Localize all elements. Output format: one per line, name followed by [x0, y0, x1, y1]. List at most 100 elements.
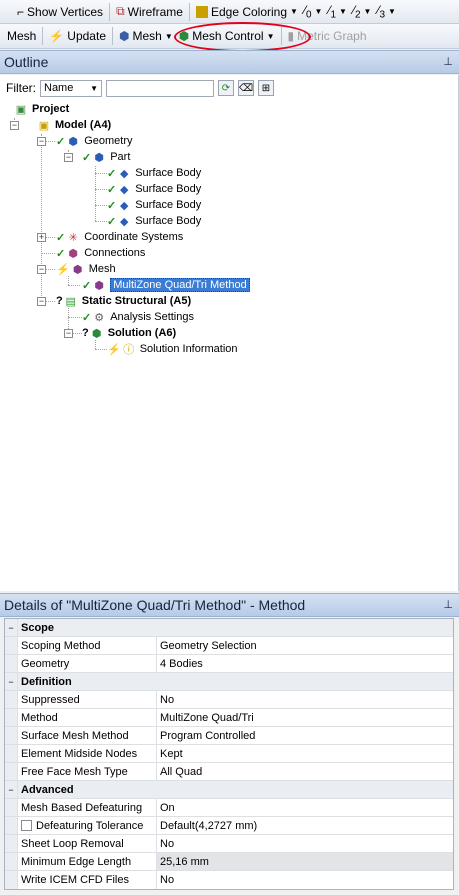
mesh-control-button[interactable]: ⬢ Mesh Control ▼ [176, 26, 278, 46]
tree-node-static-structural[interactable]: ? ▤ Static Structural (A5) [56, 293, 191, 309]
section-header-definition[interactable]: − Definition [5, 673, 453, 691]
static-structural-icon: ▤ [65, 295, 76, 308]
tree-node-mesh[interactable]: ⚡ ⬢ Mesh [56, 261, 116, 277]
tree-node-model[interactable]: ▣ Model (A4) [36, 117, 111, 133]
collapse-section-icon[interactable]: − [5, 781, 18, 798]
show-vertices-button[interactable]: ⌐ Show Vertices [14, 2, 106, 22]
chevron-down-icon: ▼ [388, 7, 396, 16]
information-icon: ⓘ [123, 344, 135, 356]
mesh-control-icon: ⬢ [178, 29, 190, 43]
tree-node-geometry[interactable]: ✓ ⬢ Geometry [56, 133, 133, 149]
mesh-icon: ⬢ [72, 263, 83, 276]
tree-node-analysis-settings[interactable]: ✓ ⚙ Analysis Settings [82, 309, 194, 325]
property-row[interactable]: Write ICEM CFD Files No [5, 871, 453, 889]
check-icon: ✓ [82, 279, 92, 292]
property-name: Geometry [18, 655, 157, 672]
mesh-label: Mesh [7, 29, 37, 43]
expand-coordinate-systems-toggle[interactable]: + [37, 233, 46, 242]
chevron-down-icon: ▼ [363, 7, 372, 16]
section-header-advanced[interactable]: − Advanced [5, 781, 453, 799]
mesh-dropdown-button[interactable]: ⬢ Mesh ▼ [116, 26, 176, 46]
edge-tool-2-button[interactable]: ⁄2 ▼ [350, 2, 375, 22]
bar-graph-icon: ▮ [287, 29, 295, 43]
collapse-static-structural-toggle[interactable]: − [37, 297, 46, 306]
property-value[interactable]: Program Controlled [157, 727, 453, 744]
property-name: Method [18, 709, 157, 726]
metric-graph-button[interactable]: ▮ Metric Graph [285, 26, 370, 46]
toolbar-separator [188, 2, 190, 21]
tree-node-surface-body[interactable]: ✓ ◆ Surface Body [107, 213, 201, 229]
property-row[interactable]: Geometry 4 Bodies [5, 655, 453, 673]
tree-line [68, 285, 80, 286]
property-row[interactable]: Suppressed No [5, 691, 453, 709]
expand-all-icon[interactable]: ⊞ [258, 80, 274, 96]
property-row[interactable]: Element Midside Nodes Kept [5, 745, 453, 763]
tree-node-surface-body[interactable]: ✓ ◆ Surface Body [107, 197, 201, 213]
property-value[interactable]: On [157, 799, 453, 816]
analysis-settings-icon: ⚙ [94, 311, 105, 324]
property-value[interactable]: Geometry Selection [157, 637, 453, 654]
property-row[interactable]: Free Face Mesh Type All Quad [5, 763, 453, 781]
pin-icon[interactable]: ⊥ [443, 598, 453, 611]
mesh-icon: ⬢ [119, 29, 130, 43]
property-value[interactable]: No [157, 871, 453, 889]
property-row[interactable]: Mesh Based Defeaturing On [5, 799, 453, 817]
property-value[interactable]: Default(4,2727 mm) [157, 817, 453, 834]
wireframe-button[interactable]: ⧉ Wireframe [113, 2, 186, 22]
property-value[interactable]: No [157, 691, 453, 708]
property-row[interactable]: Method MultiZone Quad/Tri [5, 709, 453, 727]
check-icon: ✓ [107, 199, 117, 212]
collapse-model-toggle[interactable]: − [10, 121, 19, 130]
property-row[interactable]: Sheet Loop Removal No [5, 835, 453, 853]
property-value[interactable]: MultiZone Quad/Tri [157, 709, 453, 726]
collapse-solution-toggle[interactable]: − [64, 329, 73, 338]
section-header-scope[interactable]: − Scope [5, 619, 453, 637]
tree-node-surface-body[interactable]: ✓ ◆ Surface Body [107, 181, 201, 197]
collapse-section-icon[interactable]: − [5, 619, 18, 636]
filter-input[interactable] [106, 79, 214, 97]
property-row[interactable]: Surface Mesh Method Program Controlled [5, 727, 453, 745]
tree-node-solution[interactable]: ? ⬢ Solution (A6) [82, 325, 176, 341]
update-button[interactable]: ⚡ Update [46, 26, 109, 46]
edge-line-icon: ⁄1 [328, 2, 337, 21]
chevron-down-icon: ▼ [290, 7, 298, 16]
check-icon: ✓ [56, 135, 66, 148]
tree-node-solution-information[interactable]: ⚡ ⓘ Solution Information [107, 341, 238, 357]
property-name: Sheet Loop Removal [18, 835, 157, 852]
tree-node-coordinate-systems[interactable]: ✓ ✳ Coordinate Systems [56, 229, 183, 245]
pin-icon[interactable]: ⊥ [443, 55, 453, 68]
refresh-icon[interactable]: ⟳ [218, 80, 234, 96]
edge-tool-1-button[interactable]: ⁄1 ▼ [325, 2, 350, 22]
property-value[interactable]: All Quad [157, 763, 453, 780]
clear-filter-icon[interactable]: ⌫ [238, 80, 254, 96]
tree-line [68, 317, 82, 318]
edge-tool-0-button[interactable]: ⁄0 ▼ [301, 2, 326, 22]
edge-coloring-button[interactable]: Edge Coloring ▼ [193, 2, 301, 22]
tree-node-project[interactable]: ▣ Project [13, 101, 70, 117]
property-row[interactable]: Minimum Edge Length 25,16 mm [5, 853, 453, 871]
tree-node-part[interactable]: ✓ ⬢ Part [82, 149, 130, 165]
edge-tool-3-button[interactable]: ⁄3 ▼ [374, 2, 399, 22]
property-value[interactable]: 4 Bodies [157, 655, 453, 672]
tree-node-connections[interactable]: ✓ ⬢ Connections [56, 245, 145, 261]
surface-body-icon: ◆ [119, 167, 129, 180]
surface-body-icon: ◆ [119, 215, 129, 228]
tree-node-multizone-method[interactable]: ✓ ⬢ MultiZone Quad/Tri Method [82, 277, 250, 293]
tree-node-surface-body[interactable]: ✓ ◆ Surface Body [107, 165, 201, 181]
property-row[interactable]: Scoping Method Geometry Selection [5, 637, 453, 655]
property-name: Element Midside Nodes [18, 745, 157, 762]
vertices-icon: ⌐ [17, 4, 25, 19]
collapse-mesh-toggle[interactable]: − [37, 265, 46, 274]
row-gutter [5, 727, 18, 744]
parameter-checkbox[interactable] [21, 820, 32, 831]
filter-type-select[interactable]: Name ▼ [40, 79, 102, 97]
property-row[interactable]: Defeaturing Tolerance Default(4,2727 mm) [5, 817, 453, 835]
collapse-part-toggle[interactable]: − [64, 153, 73, 162]
property-value[interactable]: No [157, 835, 453, 852]
property-value[interactable]: Kept [157, 745, 453, 762]
collapse-section-icon[interactable]: − [5, 673, 18, 690]
part-icon: ⬢ [94, 151, 105, 164]
row-gutter [5, 637, 18, 654]
collapse-geometry-toggle[interactable]: − [37, 137, 46, 146]
check-icon: ✓ [107, 215, 117, 228]
